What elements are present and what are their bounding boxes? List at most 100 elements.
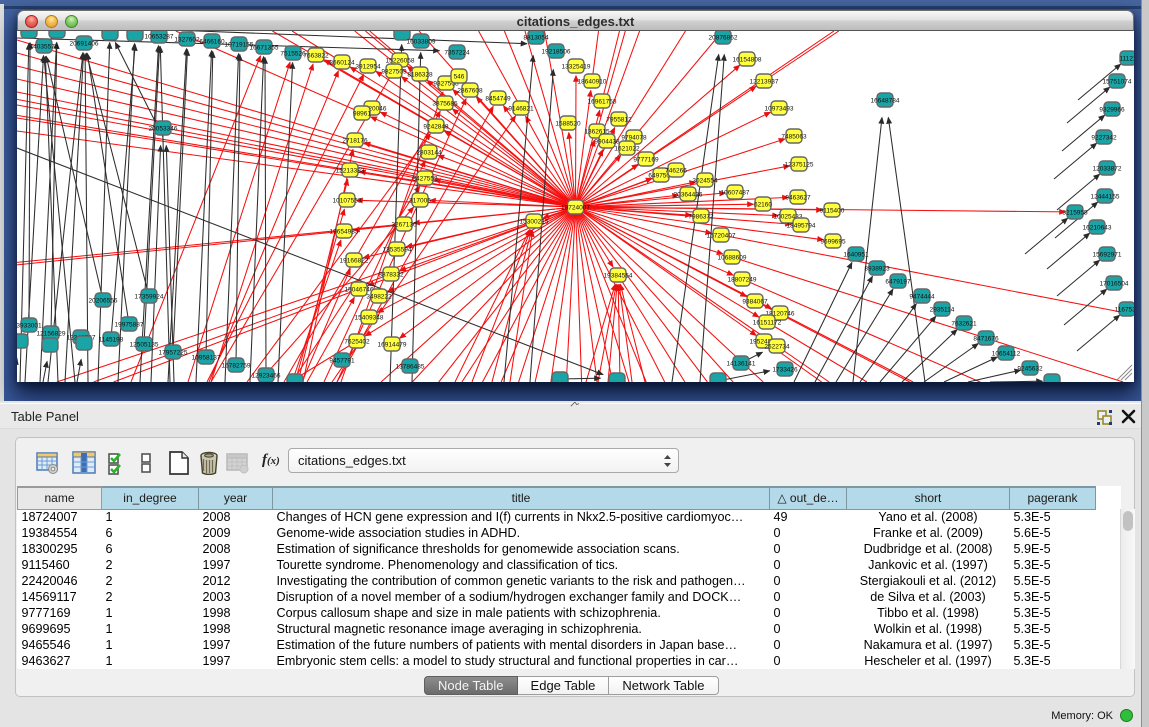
svg-text:16914479: 16914479 [378, 342, 407, 349]
svg-text:3912954: 3912954 [355, 64, 381, 71]
svg-text:20206556: 20206556 [89, 298, 118, 305]
svg-text:1145198: 1145198 [99, 337, 124, 344]
svg-text:16961758: 16961758 [588, 99, 617, 106]
svg-text:9146821: 9146821 [508, 106, 534, 113]
svg-text:3267130: 3267130 [391, 222, 417, 229]
svg-text:16671355: 16671355 [250, 45, 279, 52]
svg-text:18724007: 18724007 [561, 205, 590, 212]
svg-text:7515526: 7515526 [280, 51, 306, 58]
svg-text:1640951: 1640951 [843, 252, 869, 259]
svg-text:317006: 317006 [409, 198, 431, 205]
svg-text:1621022: 1621022 [614, 146, 640, 153]
svg-text:8471676: 8471676 [973, 336, 999, 343]
svg-text:9777169: 9777169 [633, 157, 659, 164]
svg-text:44035574: 44035574 [30, 44, 59, 51]
svg-text:20691406: 20691406 [70, 41, 99, 48]
svg-text:746266: 746266 [665, 168, 687, 175]
svg-text:19166822: 19166822 [340, 258, 369, 265]
svg-text:7357224: 7357224 [444, 50, 470, 57]
svg-text:9242848: 9242848 [423, 124, 449, 131]
svg-text:8454749: 8454749 [485, 96, 511, 103]
svg-text:6466160: 6466160 [199, 39, 225, 46]
svg-text:18807249: 18807249 [728, 277, 757, 284]
svg-text:8660124: 8660124 [329, 60, 355, 67]
svg-text:17359924: 17359924 [135, 294, 164, 301]
svg-text:17957225: 17957225 [159, 350, 188, 357]
svg-text:2935114: 2935114 [930, 307, 955, 314]
svg-text:7955812: 7955812 [606, 117, 632, 124]
svg-text:14136141: 14136141 [727, 361, 756, 368]
svg-text:15046746: 15046746 [345, 287, 374, 294]
svg-text:13325419: 13325419 [562, 64, 591, 71]
svg-text:10973493: 10973493 [765, 106, 794, 113]
svg-text:12213937: 12213937 [750, 79, 779, 86]
svg-text:9329966: 9329966 [1099, 107, 1125, 114]
svg-text:13535594: 13535594 [383, 247, 412, 254]
svg-text:19218506: 19218506 [542, 49, 571, 56]
svg-text:16033809: 16033809 [407, 39, 436, 46]
svg-text:15692971: 15692971 [1093, 252, 1122, 259]
svg-text:3024554: 3024554 [692, 178, 718, 185]
svg-text:3875685: 3875685 [432, 101, 458, 108]
svg-text:12156829: 12156829 [37, 331, 66, 338]
svg-text:2803144: 2803144 [416, 150, 442, 157]
svg-text:16151172: 16151172 [753, 320, 782, 327]
svg-text:12505135: 12505135 [130, 342, 159, 349]
svg-text:9474444: 9474444 [909, 294, 935, 301]
svg-text:2867608: 2867608 [457, 88, 483, 95]
svg-text:16210643: 16210643 [1083, 225, 1112, 232]
svg-text:10653287: 10653287 [145, 34, 174, 41]
svg-text:3215955: 3215955 [1062, 210, 1088, 217]
svg-text:1167534: 1167534 [1115, 307, 1134, 314]
svg-text:10688609: 10688609 [718, 255, 747, 262]
svg-text:12033872: 12033872 [1093, 166, 1122, 173]
svg-text:15409348: 15409348 [355, 315, 384, 322]
svg-text:10958137: 10958137 [192, 355, 221, 362]
svg-text:12444155: 12444155 [1091, 194, 1120, 201]
svg-text:15720407: 15720407 [707, 233, 736, 240]
svg-text:1588520: 1588520 [555, 121, 581, 128]
svg-text:8186328: 8186328 [407, 72, 433, 79]
svg-text:19384554: 19384554 [604, 273, 633, 280]
svg-text:11121: 11121 [1119, 56, 1134, 63]
svg-text:7632621: 7632621 [951, 321, 977, 328]
svg-text:12923466: 12923466 [252, 373, 281, 380]
svg-text:10607487: 10607487 [721, 190, 750, 197]
svg-text:7663822: 7663822 [303, 53, 329, 60]
svg-text:9227342: 9227342 [1091, 135, 1117, 142]
svg-text:16154808: 16154808 [733, 57, 762, 64]
svg-text:9699695: 9699695 [820, 239, 846, 246]
svg-text:7485063: 7485063 [781, 134, 807, 141]
svg-text:7986372: 7986372 [688, 214, 714, 221]
svg-text:20364436: 20364436 [674, 192, 703, 199]
svg-text:15300215: 15300215 [520, 219, 549, 226]
svg-text:10107553: 10107553 [333, 198, 362, 205]
svg-text:8878332: 8878332 [378, 272, 404, 279]
svg-text:9463627: 9463627 [785, 195, 811, 202]
svg-text:12213383: 12213383 [336, 168, 365, 175]
svg-text:13786485: 13786485 [396, 364, 425, 371]
svg-text:9904438: 9904438 [594, 139, 620, 146]
svg-text:18495794: 18495794 [787, 223, 816, 230]
svg-text:16782759: 16782759 [222, 363, 251, 370]
svg-text:8938923: 8938923 [864, 266, 890, 273]
svg-text:18640910: 18640910 [578, 79, 607, 86]
svg-text:9457791: 9457791 [329, 358, 355, 365]
svg-text:1327602: 1327602 [174, 37, 200, 44]
svg-text:10654112: 10654112 [992, 351, 1021, 358]
svg-text:7625402: 7625402 [344, 339, 370, 346]
svg-text:9245632: 9245632 [1017, 366, 1043, 373]
svg-text:20053346: 20053346 [149, 126, 178, 133]
svg-text:20876862: 20876862 [709, 35, 738, 42]
svg-text:98961: 98961 [353, 111, 371, 118]
svg-text:9827509: 9827509 [381, 69, 407, 76]
svg-text:3498222: 3498222 [366, 294, 392, 301]
svg-text:1733426: 1733426 [772, 367, 798, 374]
svg-text:12375125: 12375125 [785, 162, 814, 169]
svg-text:6479197: 6479197 [885, 279, 911, 286]
svg-text:546: 546 [454, 74, 465, 81]
svg-text:8427552: 8427552 [412, 176, 438, 183]
svg-text:62160: 62160 [754, 202, 772, 209]
svg-text:15751074: 15751074 [1103, 79, 1132, 86]
svg-text:3933001: 3933001 [17, 323, 42, 330]
